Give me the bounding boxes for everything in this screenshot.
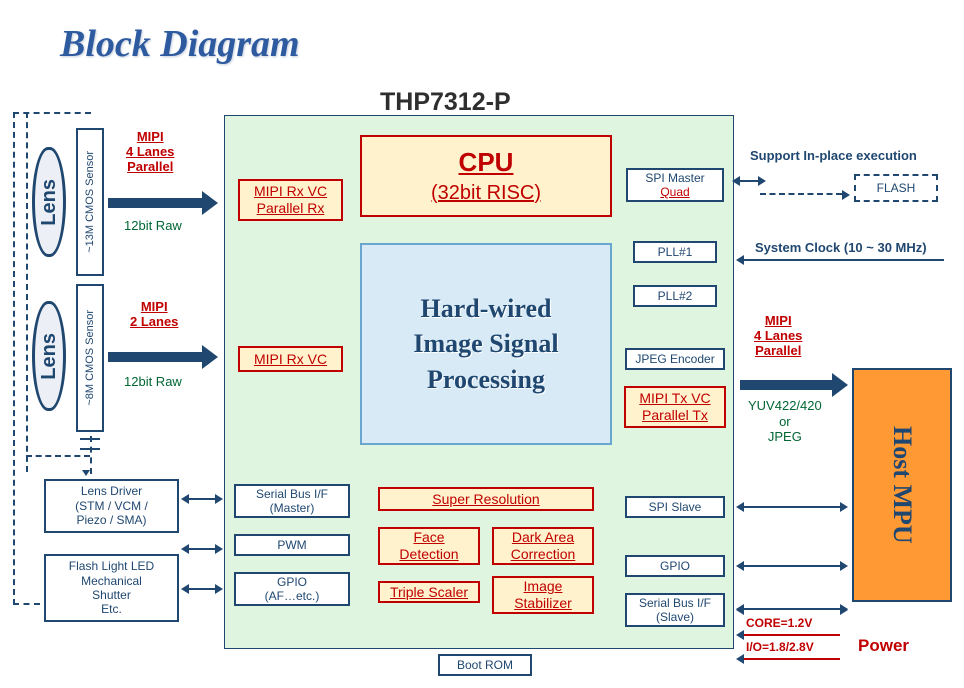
arrow-sensor2-to-chip [108, 352, 204, 362]
cpu-label: CPU [459, 147, 514, 178]
mipi-tx-vc-parallel-tx: MIPI Tx VCParallel Tx [624, 386, 726, 428]
page-title: Block Diagram [60, 22, 300, 66]
flash-block: FLASH [854, 174, 938, 202]
io-voltage-label: I/O=1.8/2.8V [746, 641, 814, 655]
cpu-block: CPU (32bit RISC) [360, 135, 612, 217]
mipi-rx-vc-parallel-rx: MIPI Rx VCParallel Rx [238, 179, 343, 221]
jpeg-encoder-block: JPEG Encoder [625, 348, 725, 370]
isp-line3: Processing [427, 362, 545, 397]
support-inplace-label: Support In-place execution [750, 148, 917, 163]
face-detection-block: FaceDetection [378, 527, 480, 565]
mipi-4lanes-left-label: MIPI4 LanesParallel [126, 130, 174, 175]
line [80, 438, 100, 440]
image-stabilizer-block: ImageStabilizer [492, 576, 594, 614]
system-clock-label: System Clock (10 ~ 30 MHz) [755, 240, 927, 255]
hardwired-isp-block: Hard-wired Image Signal Processing [360, 243, 612, 445]
dashed-line [26, 455, 90, 457]
line-spi-flash [740, 180, 758, 182]
dashed-line-spi-flash [760, 193, 842, 195]
serial-bus-master-block: Serial Bus I/F(Master) [234, 484, 350, 518]
host-mpu-block: Host MPU [852, 368, 952, 602]
lens-2-label: Lens [38, 333, 61, 380]
gpio-right-block: GPIO [625, 555, 725, 577]
core-voltage-label: CORE=1.2V [746, 617, 812, 631]
line [189, 548, 215, 550]
lens-driver-box: Lens Driver (STM / VCM / Piezo / SMA) [44, 479, 179, 533]
spi-master-block: SPI Master Quad [626, 168, 724, 202]
dark-area-correction-block: Dark AreaCorrection [492, 527, 594, 565]
dashed-line [90, 436, 92, 474]
lens-1-label: Lens [38, 179, 61, 226]
spi-slave-block: SPI Slave [625, 496, 725, 518]
triple-scaler-block: Triple Scaler [378, 581, 480, 603]
line-io [744, 658, 840, 660]
dashed-line [26, 112, 28, 472]
super-resolution-block: Super Resolution [378, 487, 594, 511]
raw-1-label: 12bit Raw [124, 218, 182, 233]
line [80, 448, 100, 450]
lens-1: Lens [32, 147, 66, 257]
line-gpio [744, 565, 840, 567]
flash-light-box: Flash Light LED Mechanical Shutter Etc. [44, 554, 179, 622]
sensor-1: ~13M CMOS Sensor [76, 128, 104, 276]
line [189, 498, 215, 500]
isp-line1: Hard-wired [421, 291, 552, 326]
power-label: Power [858, 636, 909, 656]
lens-2: Lens [32, 301, 66, 411]
pll1-block: PLL#1 [633, 241, 717, 263]
cpu-sub: (32bit RISC) [431, 181, 541, 205]
line-spi-slave [744, 506, 840, 508]
chip-name: THP7312-P [380, 88, 511, 117]
sensor-1-label: ~13M CMOS Sensor [84, 151, 96, 253]
sensor-2-label: ~8M CMOS Sensor [84, 310, 96, 406]
dashed-line [13, 112, 15, 605]
dashed-line [13, 112, 91, 114]
line-serial-slave [744, 608, 840, 610]
gpio-left-block: GPIO(AF…etc.) [234, 572, 350, 606]
line [189, 588, 215, 590]
raw-2-label: 12bit Raw [124, 374, 182, 389]
host-mpu-label: Host MPU [887, 426, 917, 544]
pll2-block: PLL#2 [633, 285, 717, 307]
line-sysclock [744, 259, 944, 261]
pwm-block: PWM [234, 534, 350, 556]
mipi-4lanes-right-label: MIPI4 LanesParallel [754, 314, 802, 359]
boot-rom-block: Boot ROM [438, 654, 532, 676]
mipi-rx-vc: MIPI Rx VC [238, 346, 343, 372]
mipi-2lanes-left-label: MIPI2 Lanes [130, 300, 178, 330]
dashed-line [13, 603, 40, 605]
yuv-label: YUV422/420orJPEG [748, 398, 822, 445]
serial-bus-slave-block: Serial Bus I/F(Slave) [625, 593, 725, 627]
line-core [744, 634, 840, 636]
arrow-sensor1-to-chip [108, 198, 204, 208]
isp-line2: Image Signal [413, 326, 558, 361]
arrow-chip-to-host [740, 380, 834, 390]
sensor-2: ~8M CMOS Sensor [76, 284, 104, 432]
